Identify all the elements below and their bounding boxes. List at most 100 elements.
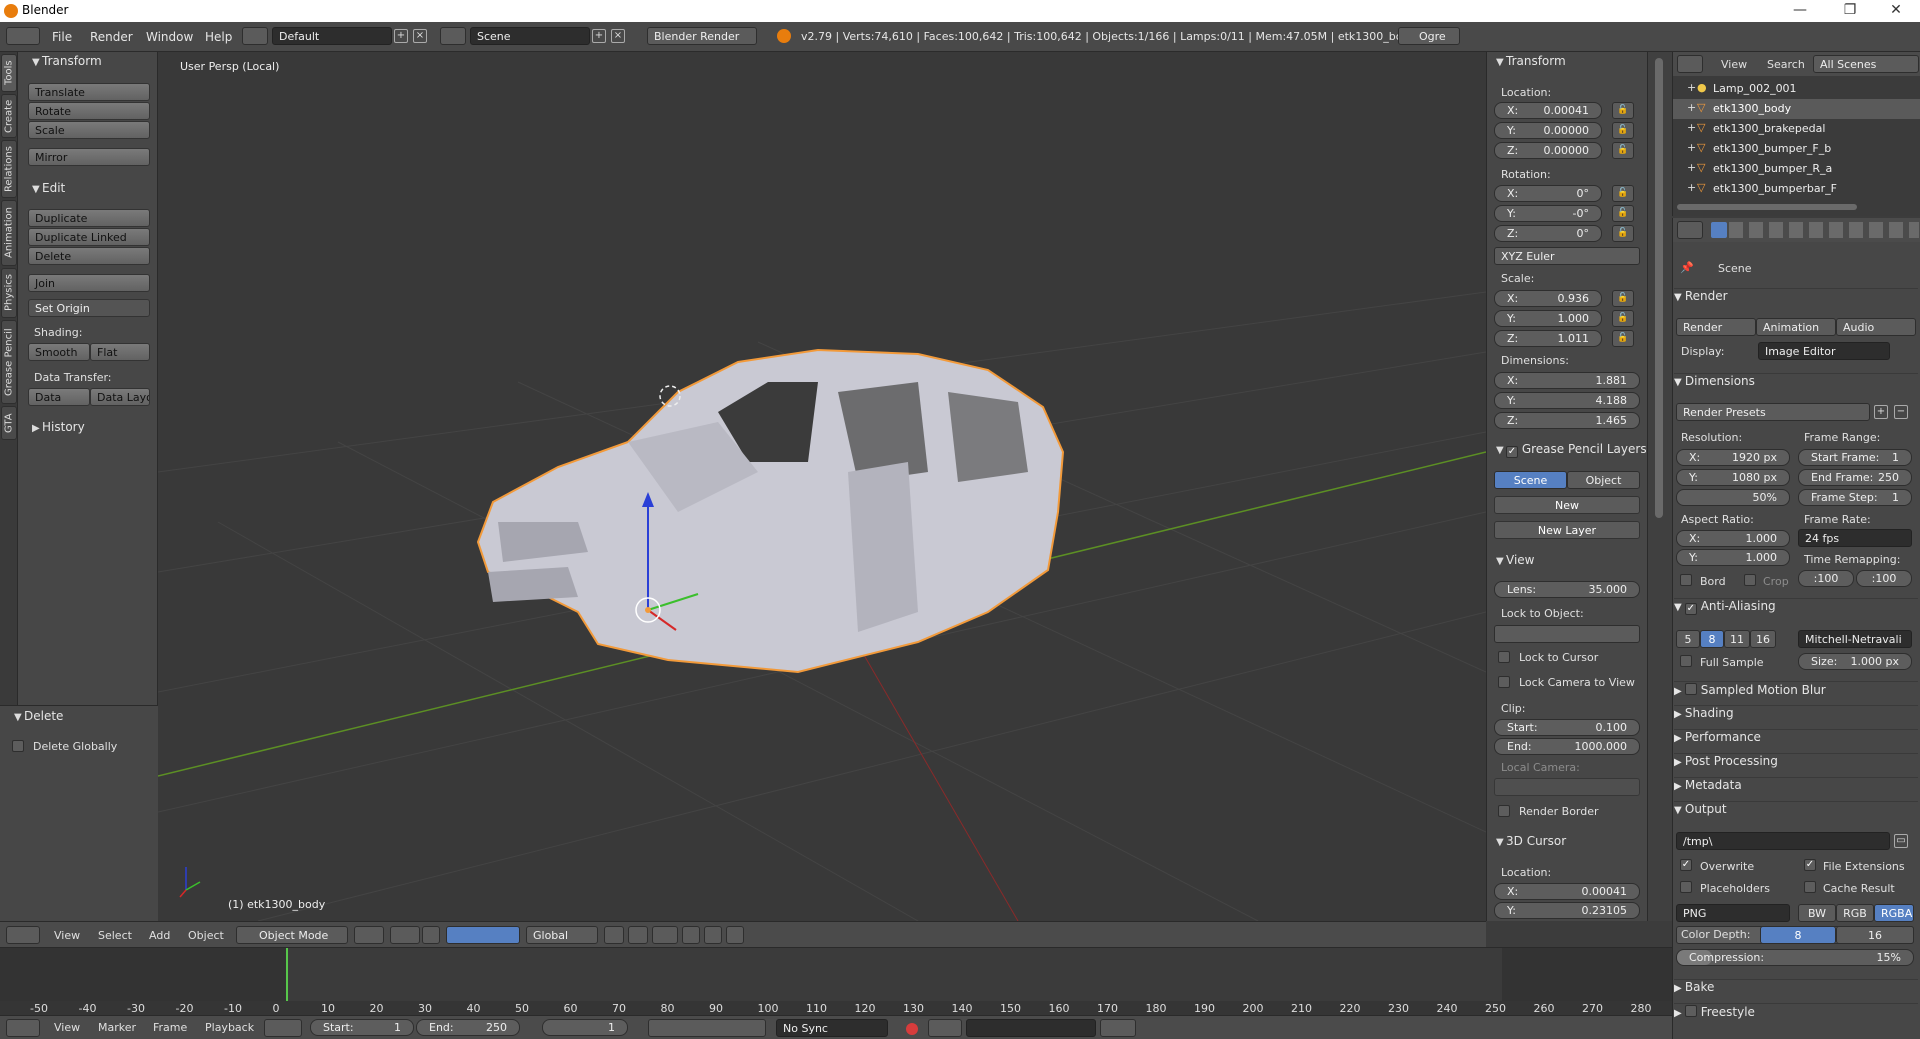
- metadata-section-header[interactable]: ▶ Metadata: [1674, 777, 1918, 797]
- playback-controls-icon[interactable]: [648, 1019, 766, 1037]
- remap-new-field[interactable]: :100: [1856, 570, 1912, 587]
- freestyle-checkbox[interactable]: [1684, 1005, 1697, 1017]
- camera-view-icon[interactable]: [726, 926, 744, 944]
- lock-icon[interactable]: 🔓: [1612, 102, 1634, 119]
- rotation-mode-dropdown[interactable]: XYZ Euler: [1494, 247, 1640, 265]
- panel-edit-header[interactable]: ▼ Edit: [32, 181, 65, 195]
- render-engine-dropdown[interactable]: Blender Render: [647, 27, 757, 45]
- properties-editor-icon[interactable]: [1677, 221, 1703, 239]
- timeline-start-field[interactable]: Start: 1: [310, 1019, 414, 1036]
- current-frame-indicator[interactable]: [286, 948, 288, 1001]
- duplicate-button[interactable]: Duplicate: [28, 209, 150, 227]
- pivot-point-icon[interactable]: [390, 926, 420, 944]
- scale-x-field[interactable]: X: 0.936: [1494, 290, 1602, 307]
- sync-mode-dropdown[interactable]: No Sync: [776, 1019, 888, 1037]
- screen-layout-icon[interactable]: [242, 27, 268, 45]
- editor-type-timeline-icon[interactable]: [6, 1019, 40, 1037]
- lock-icon[interactable]: 🔓: [1612, 310, 1634, 327]
- render-border-checkbox[interactable]: [1498, 805, 1510, 817]
- timeline-end-field[interactable]: End: 250: [416, 1019, 520, 1036]
- minimize-button[interactable]: —: [1780, 2, 1820, 18]
- add-layout-icon[interactable]: +: [394, 29, 408, 43]
- remove-layout-icon[interactable]: ×: [413, 29, 427, 43]
- region-scrollbar[interactable]: [1647, 52, 1672, 921]
- scene-field[interactable]: Scene: [470, 27, 590, 45]
- remove-preset-icon[interactable]: −: [1894, 405, 1908, 419]
- lens-field[interactable]: Lens: 35.000: [1494, 581, 1640, 598]
- insert-keyframe-icon[interactable]: [1100, 1019, 1136, 1037]
- aspect-x-field[interactable]: X: 1.000: [1676, 530, 1790, 547]
- dimensions-section-header[interactable]: ▼ Dimensions: [1674, 373, 1918, 393]
- full-sample-checkbox[interactable]: [1680, 655, 1692, 667]
- record-icon[interactable]: [906, 1023, 918, 1035]
- render-button[interactable]: Render: [1676, 318, 1756, 336]
- opengl-render-icon[interactable]: [682, 926, 700, 944]
- filter-size-field[interactable]: Size: 1.000 px: [1798, 653, 1912, 670]
- scale-z-field[interactable]: Z: 1.011: [1494, 330, 1602, 347]
- end-frame-field[interactable]: End Frame: 250: [1798, 469, 1912, 486]
- outliner-item-bumperbar-f[interactable]: + ▽ etk1300_bumperbar_F: [1673, 179, 1920, 199]
- playback-menu[interactable]: Playback: [205, 1021, 254, 1034]
- sampled-motion-blur-header[interactable]: ▶ Sampled Motion Blur: [1674, 681, 1918, 701]
- lock-icon[interactable]: 🔓: [1612, 225, 1634, 242]
- npanel-view-header[interactable]: ▼ View: [1496, 553, 1534, 567]
- 3d-viewport[interactable]: [158, 52, 1486, 921]
- maximize-button[interactable]: ❐: [1830, 2, 1870, 18]
- editor-type-info-icon[interactable]: [6, 27, 40, 45]
- preview-range-icon[interactable]: [264, 1019, 302, 1037]
- cursor-x-field[interactable]: X: 0.00041: [1494, 883, 1640, 900]
- add-menu[interactable]: Add: [149, 929, 170, 942]
- ogre-toggle[interactable]: Ogre: [1398, 27, 1460, 45]
- compression-slider[interactable]: Compression: 15%: [1676, 949, 1914, 966]
- folder-icon[interactable]: ▭: [1894, 834, 1908, 848]
- join-button[interactable]: Join: [28, 274, 150, 292]
- output-section-header[interactable]: ▼ Output: [1674, 801, 1918, 821]
- proportional-edit-icon[interactable]: [628, 926, 648, 944]
- cache-result-checkbox[interactable]: [1804, 881, 1816, 893]
- manipulator-modes-icon[interactable]: [446, 926, 520, 944]
- keying-set-icon[interactable]: [928, 1019, 962, 1037]
- color-depth-16[interactable]: 16: [1836, 926, 1914, 944]
- editor-type-3d-icon[interactable]: [6, 926, 40, 944]
- dimension-y-field[interactable]: Y: 4.188: [1494, 392, 1640, 409]
- resolution-percent-field[interactable]: 50%: [1676, 489, 1790, 506]
- duplicate-linked-button[interactable]: Duplicate Linked: [28, 228, 150, 246]
- delete-globally-checkbox[interactable]: [12, 740, 24, 752]
- aa-samples-16[interactable]: 16: [1750, 630, 1776, 648]
- menu-help[interactable]: Help: [205, 30, 232, 44]
- render-section-header[interactable]: ▼ Render: [1674, 288, 1918, 308]
- audio-button[interactable]: Audio: [1836, 318, 1916, 336]
- border-checkbox[interactable]: [1680, 574, 1692, 586]
- scrollbar-thumb[interactable]: [1655, 58, 1663, 518]
- flat-button[interactable]: Flat: [90, 343, 150, 361]
- file-format-dropdown[interactable]: PNG: [1676, 904, 1790, 922]
- outliner-item-lamp[interactable]: + ● Lamp_002_001: [1673, 79, 1920, 99]
- tab-create[interactable]: Create: [1, 94, 17, 138]
- outliner-hscrollbar[interactable]: [1677, 204, 1857, 210]
- tab-tools[interactable]: Tools: [1, 54, 17, 92]
- panel-history-header[interactable]: ▶ History: [32, 420, 85, 434]
- 3d-cursor-header[interactable]: ▼ 3D Cursor: [1496, 834, 1566, 848]
- pin-icon[interactable]: 📌: [1680, 261, 1694, 274]
- menu-render[interactable]: Render: [90, 30, 133, 44]
- lock-icon[interactable]: 🔓: [1612, 205, 1634, 222]
- remove-scene-icon[interactable]: ×: [611, 29, 625, 43]
- outliner-item-brakepedal[interactable]: + ▽ etk1300_brakepedal: [1673, 119, 1920, 139]
- outliner-item-bumper-r[interactable]: + ▽ etk1300_bumper_R_a: [1673, 159, 1920, 179]
- gp-scene-tab[interactable]: Scene: [1494, 471, 1567, 489]
- color-rgba-button[interactable]: RGBA: [1874, 904, 1914, 922]
- color-rgb-button[interactable]: RGB: [1836, 904, 1874, 922]
- marker-menu[interactable]: Marker: [98, 1021, 136, 1034]
- clip-end-field[interactable]: End: 1000.000: [1494, 738, 1640, 755]
- current-frame-field[interactable]: 1: [542, 1019, 628, 1036]
- motion-blur-checkbox[interactable]: [1684, 683, 1697, 695]
- active-keying-set-field[interactable]: [966, 1019, 1096, 1037]
- lock-icon[interactable]: 🔓: [1612, 185, 1634, 202]
- display-dropdown[interactable]: Image Editor: [1758, 342, 1890, 360]
- menu-file[interactable]: File: [52, 30, 72, 44]
- object-menu[interactable]: Object: [188, 929, 224, 942]
- transform-orientation-dropdown[interactable]: Global: [526, 926, 598, 944]
- render-context-icon[interactable]: [1711, 222, 1727, 238]
- delete-button[interactable]: Delete: [28, 247, 150, 265]
- data-layout-button[interactable]: Data Layo: [90, 388, 150, 406]
